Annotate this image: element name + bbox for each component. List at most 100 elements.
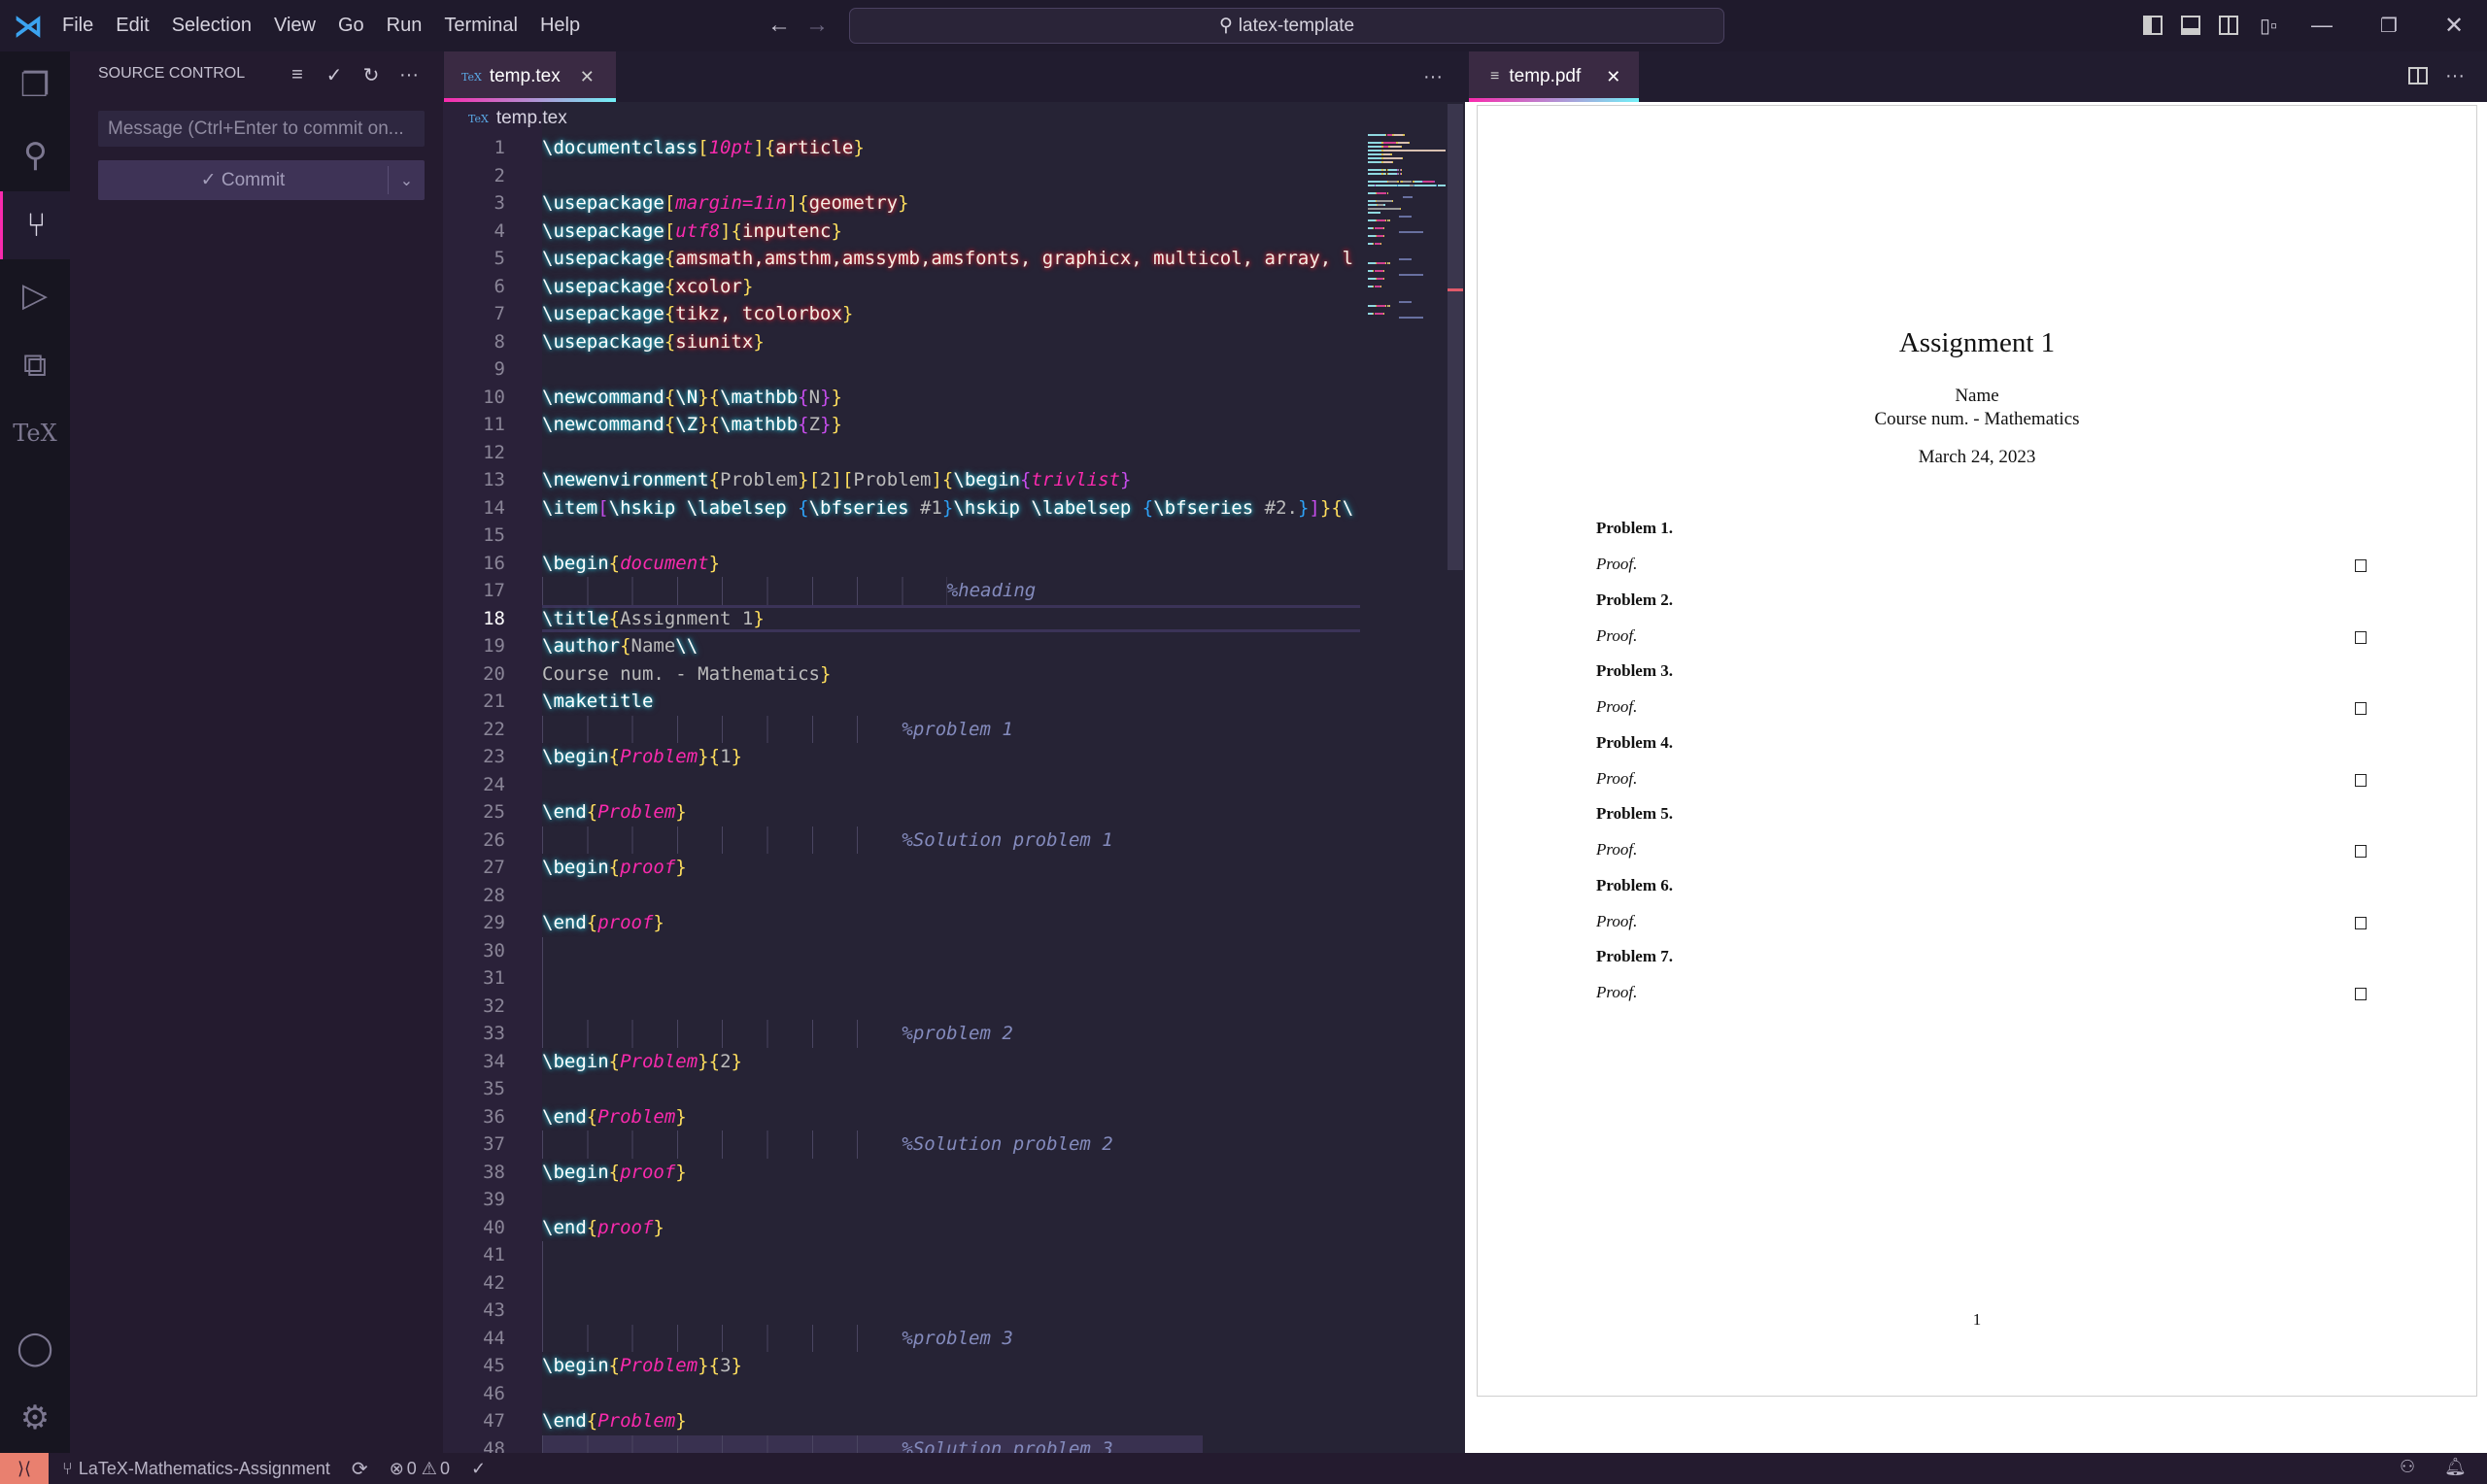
check-icon[interactable]: ✓ [471,1459,486,1479]
commit-button[interactable]: ✓ Commit [98,160,388,200]
code-line[interactable]: 20 Course num. - Mathematics} [443,660,1465,689]
code-line[interactable]: 41 [443,1241,1465,1269]
tex-icon[interactable]: TeX [0,399,70,467]
source-control-icon[interactable]: ⑂ [0,191,70,259]
code-line[interactable]: 26 %Solution problem 1 [443,826,1465,854]
extensions-icon[interactable]: ⧉ [0,331,70,399]
code-line[interactable]: 37 %Solution problem 2 [443,1130,1465,1159]
vertical-scrollbar[interactable] [1446,102,1465,1453]
code-line[interactable]: 9 [443,355,1465,384]
tab-temp-tex[interactable]: TeX temp.tex ✕ [444,51,616,102]
remote-indicator-icon[interactable]: ⟩⟨ [0,1453,49,1484]
code-line[interactable]: 17 %heading [443,577,1465,605]
command-center-search[interactable]: ⚲ latex-template [849,8,1724,44]
code-line[interactable]: 7 \usepackage{tikz, tcolorbox} [443,300,1465,328]
code-line[interactable]: 1 \documentclass[10pt]{article} [443,134,1465,162]
run-debug-icon[interactable]: ▷ [0,261,70,329]
code-line[interactable]: 40 \end{proof} [443,1214,1465,1242]
code-line[interactable]: 18 \title{Assignment 1} [443,604,1465,632]
code-line[interactable]: 14 \item[\hskip \labelsep {\bfseries #1}\… [443,494,1465,523]
minimap[interactable] [1368,134,1446,328]
code-line[interactable]: 28 [443,882,1465,910]
menu-run[interactable]: Run [387,15,423,37]
tab-close-icon[interactable]: ✕ [1606,67,1620,87]
menu-go[interactable]: Go [338,15,364,37]
code-line[interactable]: 2 [443,162,1465,190]
feedback-icon[interactable]: ⚇ [2400,1457,2415,1477]
menu-terminal[interactable]: Terminal [444,15,518,37]
code-line[interactable]: 31 [443,964,1465,993]
code-line[interactable]: 48 %Solution problem 3 [443,1434,1465,1453]
breadcrumb-file[interactable]: temp.tex [496,108,567,129]
toggle-panel-icon[interactable] [2179,14,2202,37]
scrollbar-thumb[interactable] [1448,104,1463,570]
restore-icon[interactable]: ❐ [2375,10,2402,41]
code-line[interactable]: 39 [443,1186,1465,1214]
warning-count[interactable]: 0 [440,1459,450,1479]
code-line[interactable]: 10 \newcommand{\N}{\mathbb{N}} [443,384,1465,412]
warnings-icon[interactable]: ⚠ [422,1459,437,1479]
code-line[interactable]: 44 %problem 3 [443,1324,1465,1352]
code-line[interactable]: 23 \begin{Problem}{1} [443,743,1465,771]
settings-gear-icon[interactable]: ⚙ [0,1384,70,1452]
customize-layout-icon[interactable]: ▯▫ [2257,14,2280,37]
code-line[interactable]: 15 [443,522,1465,550]
menu-edit[interactable]: Edit [116,15,149,37]
code-line[interactable]: 24 [443,771,1465,799]
code-line[interactable]: 6 \usepackage{xcolor} [443,273,1465,301]
toggle-primary-sidebar-icon[interactable] [2141,14,2164,37]
forward-arrow-icon[interactable]: → [801,10,833,41]
code-line[interactable]: 5 \usepackage{amsmath,amsthm,amssymb,amsf… [443,245,1465,273]
code-line[interactable]: 8 \usepackage{siunitx} [443,328,1465,356]
code-line[interactable]: 4 \usepackage[utf8]{inputenc} [443,218,1465,246]
notifications-bell-icon[interactable]: 🔔︎ [2444,1457,2467,1477]
minimize-icon[interactable]: — [2308,10,2335,41]
code-line[interactable]: 21 \maketitle [443,688,1465,716]
explorer-icon[interactable]: ❐ [0,51,70,119]
code-line[interactable]: 43 [443,1297,1465,1325]
code-line[interactable]: 29 \end{proof} [443,909,1465,937]
code-editor[interactable]: TeX temp.tex 1 \documentclass[10pt]{artic… [443,102,1465,1453]
code-line[interactable]: 32 [443,992,1465,1020]
code-line[interactable]: 34 \begin{Problem}{2} [443,1048,1465,1076]
menu-view[interactable]: View [274,15,316,37]
code-line[interactable]: 46 [443,1380,1465,1408]
branch-name[interactable]: LaTeX-Mathematics-Assignment [79,1459,330,1479]
errors-icon[interactable]: ⊗ [390,1459,404,1479]
split-editor-icon[interactable] [2405,63,2431,88]
code-line[interactable]: 47 \end{Problem} [443,1407,1465,1435]
code-line[interactable]: 3 \usepackage[margin=1in]{geometry} [443,189,1465,218]
breadcrumb[interactable]: TeX temp.tex [468,108,567,129]
code-line[interactable]: 13 \newenvironment{Problem}[2][Problem]{\… [443,466,1465,494]
toggle-secondary-sidebar-icon[interactable] [2217,14,2240,37]
code-line[interactable]: 33 %problem 2 [443,1020,1465,1048]
code-line[interactable]: 27 \begin{proof} [443,854,1465,882]
code-line[interactable]: 22 %problem 1 [443,715,1465,743]
code-line[interactable]: 12 [443,439,1465,467]
back-arrow-icon[interactable]: ← [764,10,795,41]
editor-more-actions-icon[interactable]: ··· [1418,63,1448,90]
commit-message-input[interactable]: Message (Ctrl+Enter to commit on... [98,111,425,147]
view-as-tree-icon[interactable]: ≡ [286,63,309,86]
code-line[interactable]: 45 \begin{Problem}{3} [443,1352,1465,1380]
search-icon[interactable]: ⚲ [0,121,70,189]
tab-temp-pdf[interactable]: ≡ temp.pdf ✕ [1469,51,1639,102]
account-icon[interactable]: ◯ [0,1314,70,1382]
tab-close-icon[interactable]: ✕ [580,67,595,87]
code-line[interactable]: 11 \newcommand{\Z}{\mathbb{Z}} [443,411,1465,439]
code-line[interactable]: 42 [443,1268,1465,1297]
code-line[interactable]: 36 \end{Problem} [443,1103,1465,1131]
refresh-icon[interactable]: ↻ [359,63,383,86]
sync-icon[interactable]: ⟳ [352,1457,368,1481]
menu-help[interactable]: Help [540,15,580,37]
code-line[interactable]: 35 [443,1075,1465,1103]
code-line[interactable]: 25 \end{Problem} [443,798,1465,826]
menu-file[interactable]: File [62,15,93,37]
preview-more-actions-icon[interactable]: ··· [2440,63,2470,88]
code-line[interactable]: 16 \begin{document} [443,550,1465,578]
more-actions-icon[interactable]: ··· [397,63,421,86]
commit-check-icon[interactable]: ✓ [323,63,346,86]
error-count[interactable]: 0 [407,1459,417,1479]
code-line[interactable]: 30 [443,936,1465,964]
commit-dropdown-chevron-icon[interactable]: ⌄ [388,166,425,194]
